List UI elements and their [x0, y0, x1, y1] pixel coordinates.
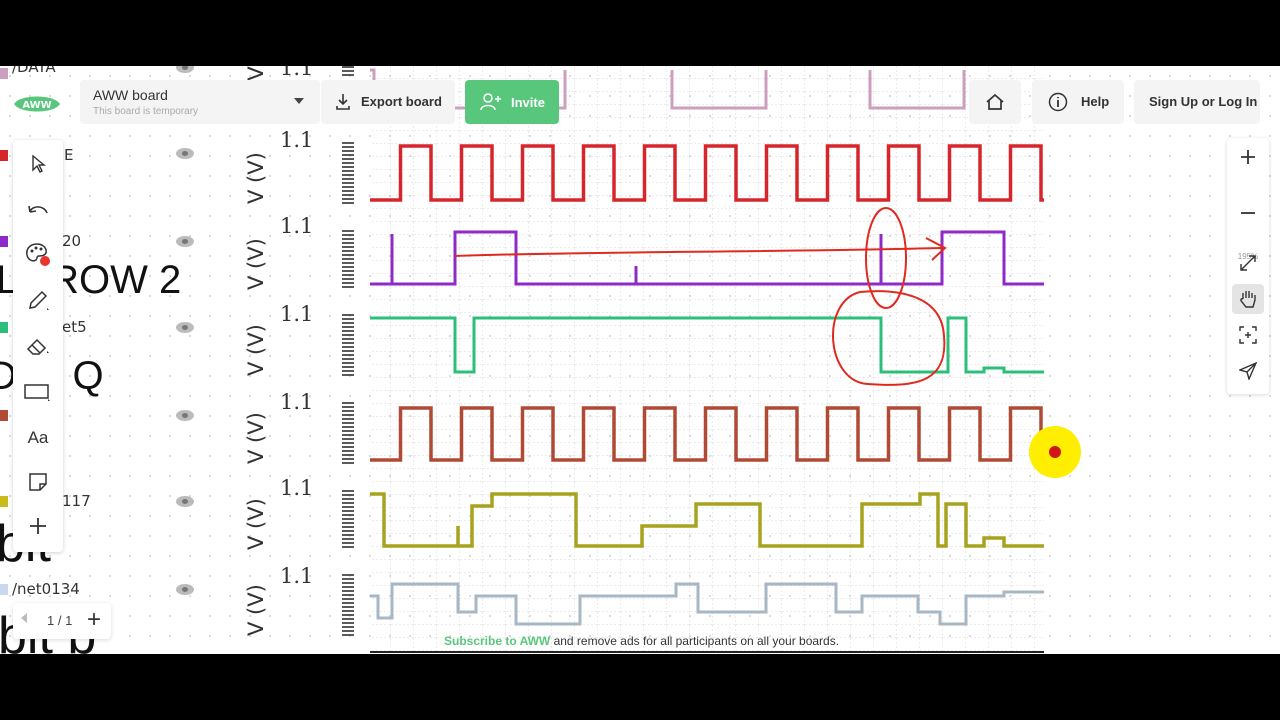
- left-toolbar: Aa: [13, 140, 63, 552]
- download-icon: [336, 94, 350, 110]
- eraser-icon: [26, 338, 49, 355]
- prev-page-icon[interactable]: [21, 613, 27, 623]
- signal-swatch: [0, 496, 8, 507]
- zoom-in-button[interactable]: [1232, 142, 1264, 172]
- y-axis-value: 1.1: [280, 214, 314, 238]
- fit-screen-button[interactable]: [1232, 248, 1264, 278]
- minus-icon: [1241, 212, 1255, 214]
- aww-logo[interactable]: AWW: [12, 92, 62, 116]
- signal-swatch: [0, 410, 8, 421]
- eye-icon[interactable]: [176, 496, 194, 507]
- invite-label: Invite: [511, 95, 545, 110]
- laser-pointer-button[interactable]: [1232, 356, 1264, 386]
- hand-icon: [1240, 291, 1256, 308]
- signal-label: /DATA: [12, 66, 56, 76]
- y-axis-label: V (V): [244, 152, 268, 204]
- home-icon: [986, 93, 1004, 110]
- rectangle-icon: [24, 384, 50, 401]
- help-button[interactable]: Help: [1032, 80, 1124, 124]
- y-axis-value: 1.1: [280, 128, 314, 152]
- signal-swatch: [0, 236, 8, 247]
- subscribe-banner: Subscribe to AWW and remove ads for all …: [444, 634, 839, 648]
- invite-button[interactable]: Invite: [465, 80, 559, 124]
- undo-icon: [28, 205, 48, 214]
- pan-tool-button[interactable]: [1232, 284, 1264, 314]
- y-axis-label: V (V): [244, 238, 268, 290]
- y-axis-value: 1.1: [280, 476, 314, 500]
- select-tool[interactable]: [22, 148, 54, 180]
- signup-label: Sign Up or Log In: [1149, 94, 1258, 109]
- banner-text: and remove ads for all participants on a…: [550, 634, 840, 648]
- pen-icon: [29, 290, 49, 310]
- sticky-note-tool[interactable]: [22, 466, 54, 498]
- letterbox-top: [0, 0, 1280, 66]
- signal-label: E: [64, 146, 74, 164]
- home-button[interactable]: [969, 80, 1021, 124]
- subscribe-link[interactable]: Subscribe to AWW: [444, 634, 550, 648]
- expand-icon: [1240, 255, 1256, 271]
- eye-icon[interactable]: [176, 236, 194, 247]
- plus-icon: [1241, 150, 1255, 164]
- text-tool[interactable]: Aa: [22, 422, 54, 454]
- eye-icon[interactable]: [176, 148, 194, 159]
- color-picker[interactable]: [22, 238, 54, 270]
- chevron-down-icon: [294, 98, 304, 104]
- letterbox-bottom: [0, 654, 1280, 720]
- export-label: Export board: [361, 94, 442, 109]
- signal-label: 117: [62, 492, 91, 510]
- signal-swatch: [0, 584, 8, 595]
- cursor-icon: [32, 155, 46, 173]
- info-icon: [1048, 92, 1068, 112]
- aww-board-screen: /DATA E 20 et5 117 /net0134 V (V) 1.1 V …: [0, 66, 1280, 654]
- signal-label: /net0134: [12, 580, 80, 598]
- y-axis-value: 1.1: [280, 390, 314, 414]
- eraser-tool[interactable]: [22, 330, 54, 362]
- signal-label: et5: [62, 318, 87, 336]
- fit-selection-button[interactable]: [1232, 320, 1264, 350]
- y-axis-value: 1.1: [280, 302, 314, 326]
- y-axis-value: 1.1: [280, 66, 314, 80]
- zoom-out-button[interactable]: [1232, 198, 1264, 228]
- y-axis-value: 1.1: [280, 564, 314, 588]
- board-title: AWW board: [93, 87, 168, 103]
- eye-icon[interactable]: [176, 584, 194, 595]
- page-navigator: 1 / 1 +: [13, 603, 111, 639]
- sticky-note-icon: [29, 473, 47, 491]
- help-label: Help: [1081, 94, 1110, 109]
- eye-icon[interactable]: [176, 410, 194, 421]
- pointer-cursor: [1029, 426, 1081, 478]
- y-axis-label: V (V): [244, 412, 268, 464]
- pen-tool[interactable]: [22, 284, 54, 316]
- signal-swatch: [0, 150, 8, 161]
- svg-text:AWW: AWW: [22, 100, 51, 111]
- add-tool-button[interactable]: [22, 510, 54, 542]
- shape-tool[interactable]: [22, 376, 54, 408]
- pointer-dot: [1049, 446, 1061, 458]
- board-subtitle: This board is temporary: [93, 106, 199, 117]
- send-icon: [1239, 362, 1257, 380]
- add-user-icon: [480, 93, 501, 111]
- signal-swatch: [0, 322, 8, 333]
- palette-icon: [26, 243, 50, 266]
- zoom-toolbar: 195%: [1227, 138, 1269, 394]
- signal-swatch: [0, 68, 8, 79]
- signup-button[interactable]: Sign Up or Log In: [1134, 80, 1260, 124]
- plus-icon: [30, 518, 46, 534]
- undo-button[interactable]: [22, 194, 54, 226]
- add-page-button[interactable]: +: [87, 606, 101, 634]
- y-axis-label: V (V): [244, 324, 268, 376]
- eye-icon[interactable]: [176, 322, 194, 333]
- signal-label: 20: [62, 232, 82, 250]
- focus-icon: [1239, 326, 1257, 344]
- export-board-button[interactable]: Export board: [321, 80, 455, 124]
- page-indicator: 1 / 1: [47, 613, 73, 628]
- y-axis-label: V (V): [244, 498, 268, 550]
- board-select[interactable]: AWW board This board is temporary: [80, 80, 320, 124]
- y-axis-label: V (V): [244, 584, 268, 636]
